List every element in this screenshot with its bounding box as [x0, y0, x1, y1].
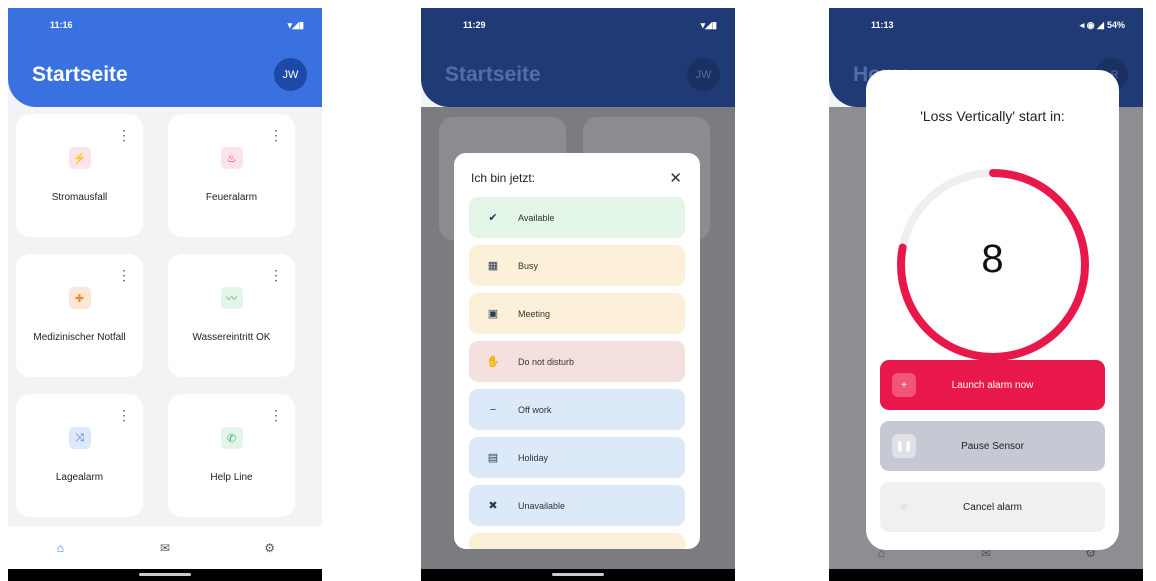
phone-status-picker: 11:29 ▾◢▮ Startseite JW Ich bin jetzt: ✕…: [421, 8, 735, 581]
settings-icon[interactable]: ⚙: [255, 541, 285, 555]
status-option-label: Available: [518, 212, 555, 223]
dialog-title: Ich bin jetzt:: [471, 171, 536, 185]
alarm-card[interactable]: ⋮ ✆ Help Line: [168, 394, 295, 517]
pause-sensor-button[interactable]: ❚❚ Pause Sensor: [880, 421, 1105, 471]
water-wave-icon: 〰: [220, 287, 243, 309]
more-options-icon[interactable]: ⋮: [117, 128, 131, 142]
dialog-header: Ich bin jetzt: ✕: [454, 153, 700, 197]
alarm-card-label: Medizinischer Notfall: [33, 332, 126, 343]
status-option-label: Off work: [518, 404, 552, 415]
user-minus-icon: −: [489, 403, 497, 416]
user-off-icon: ✖: [488, 500, 498, 512]
avatar: JW: [687, 58, 720, 91]
status-time: 11:13: [871, 20, 894, 30]
status-option[interactable]: ▣ Meeting: [469, 293, 685, 334]
calendar-icon: ▤: [487, 452, 499, 464]
home-icon[interactable]: ⌂: [45, 541, 75, 555]
fire-icon: ♨: [220, 147, 243, 169]
alarm-card[interactable]: ⋮ ⚡ Stromausfall: [16, 114, 143, 237]
alarm-card[interactable]: ⋮ ♨ Feueralarm: [168, 114, 295, 237]
car-icon: ▦: [487, 260, 499, 272]
avatar[interactable]: JW: [274, 58, 307, 91]
system-navigation-bar: [829, 569, 1143, 581]
lightning-icon: ⚡: [68, 147, 91, 169]
user-standby-icon: ●: [482, 548, 504, 550]
launch-alarm-button[interactable]: + Launch alarm now: [880, 360, 1105, 410]
status-option[interactable]: ✖ Unavailable: [469, 485, 685, 526]
launch-alarm-label: Launch alarm now: [951, 379, 1034, 391]
user-check-icon: ✔: [488, 212, 498, 224]
bottom-navigation: ⌂ ✉ ⚙: [8, 526, 322, 570]
position-alarm-icon: ⤨: [68, 427, 91, 449]
presentation-icon: ▣: [487, 308, 499, 320]
status-option-label: Do not disturb: [518, 356, 575, 367]
status-option[interactable]: ▤ Holiday: [469, 437, 685, 478]
countdown-value: 8: [981, 237, 1004, 281]
alarm-card[interactable]: ⋮ ✚ Medizinischer Notfall: [16, 254, 143, 377]
status-option-label: Unavailable: [518, 500, 566, 511]
more-options-icon[interactable]: ⋮: [117, 408, 131, 422]
status-option[interactable]: ✔ Available: [469, 197, 685, 238]
status-option[interactable]: ✋ Do not disturb: [469, 341, 685, 382]
status-bar: 11:29 ▾◢▮: [421, 8, 735, 42]
phone-alarm-countdown: 11:13 ◂ ◉ ◢ 54% Home LR ⌂ ✉ ⚙ 'Loss Vert…: [829, 8, 1143, 581]
system-navigation-bar: [421, 569, 735, 581]
system-navigation-bar: [8, 569, 322, 581]
status-icons: ▾◢▮: [287, 19, 304, 30]
status-bar: 11:16 ▾◢▮: [8, 8, 322, 42]
page-title: Startseite: [32, 62, 128, 86]
battery-percent: 54%: [1106, 20, 1125, 30]
close-icon[interactable]: ✕: [669, 169, 682, 187]
phone-home-screen: 11:16 ▾◢▮ Startseite JW ⋮ ⚡ Stromausfall ⋮ ♨…: [8, 8, 322, 581]
countdown-title: 'Loss Vertically' start in:: [920, 108, 1065, 124]
inbox-icon[interactable]: ✉: [150, 541, 180, 555]
alarm-card[interactable]: ⋮ 〰 Wassereintritt OK: [168, 254, 295, 377]
alarm-card-label: Stromausfall: [51, 192, 108, 203]
alarm-card-label: Help Line: [210, 472, 253, 483]
app-header: Startseite JW: [8, 42, 322, 107]
more-options-icon[interactable]: ⋮: [269, 128, 283, 142]
home-indicator[interactable]: [139, 573, 191, 576]
alarm-card-label: Feueralarm: [205, 192, 258, 203]
phone-icon: ✆: [220, 427, 243, 449]
status-time: 11:16: [50, 20, 73, 30]
app-header: Startseite JW: [421, 42, 735, 107]
countdown-dialog: 'Loss Vertically' start in: 8 + Launch a…: [866, 70, 1119, 550]
status-icons: ▾◢▮: [700, 19, 717, 30]
page-title: Startseite: [445, 62, 541, 86]
alarm-card-label: Wassereintritt OK: [192, 332, 271, 343]
alarm-card[interactable]: ⋮ ⤨ Lagealarm: [16, 394, 143, 517]
cancel-icon: ⊘: [899, 501, 909, 513]
status-list: ✔ Available ▦ Busy ▣ Meeting ✋ Do not disturb − O…: [454, 197, 700, 549]
status-option-label: Busy: [518, 260, 539, 271]
status-option[interactable]: ● Standby: [469, 533, 685, 549]
status-time: 11:29: [463, 20, 486, 30]
home-indicator[interactable]: [552, 573, 604, 576]
status-option-label: Meeting: [518, 308, 551, 319]
medical-icon: ✚: [68, 287, 91, 309]
pause-icon: ❚❚: [892, 434, 916, 458]
status-bar: 11:13 ◂ ◉ ◢ 54%: [829, 8, 1143, 42]
pause-sensor-label: Pause Sensor: [961, 440, 1024, 452]
signal-icons: ◂ ◉ ◢: [1079, 19, 1104, 30]
plus-icon: +: [892, 373, 916, 397]
status-option-label: Standby: [518, 549, 551, 550]
status-option[interactable]: − Off work: [469, 389, 685, 430]
more-options-icon[interactable]: ⋮: [269, 268, 283, 282]
status-picker-dialog: Ich bin jetzt: ✕ ✔ Available ▦ Busy ▣ Meeting…: [454, 153, 700, 549]
more-options-icon[interactable]: ⋮: [269, 408, 283, 422]
status-icons: ◂ ◉ ◢ 54%: [1080, 20, 1125, 31]
hand-stop-icon: ✋: [486, 356, 500, 368]
cancel-alarm-button[interactable]: ⊘ Cancel alarm: [880, 482, 1105, 532]
alarm-card-label: Lagealarm: [55, 472, 104, 483]
status-option-label: Holiday: [518, 452, 549, 463]
status-option[interactable]: ▦ Busy: [469, 245, 685, 286]
more-options-icon[interactable]: ⋮: [117, 268, 131, 282]
cancel-alarm-label: Cancel alarm: [963, 501, 1022, 513]
